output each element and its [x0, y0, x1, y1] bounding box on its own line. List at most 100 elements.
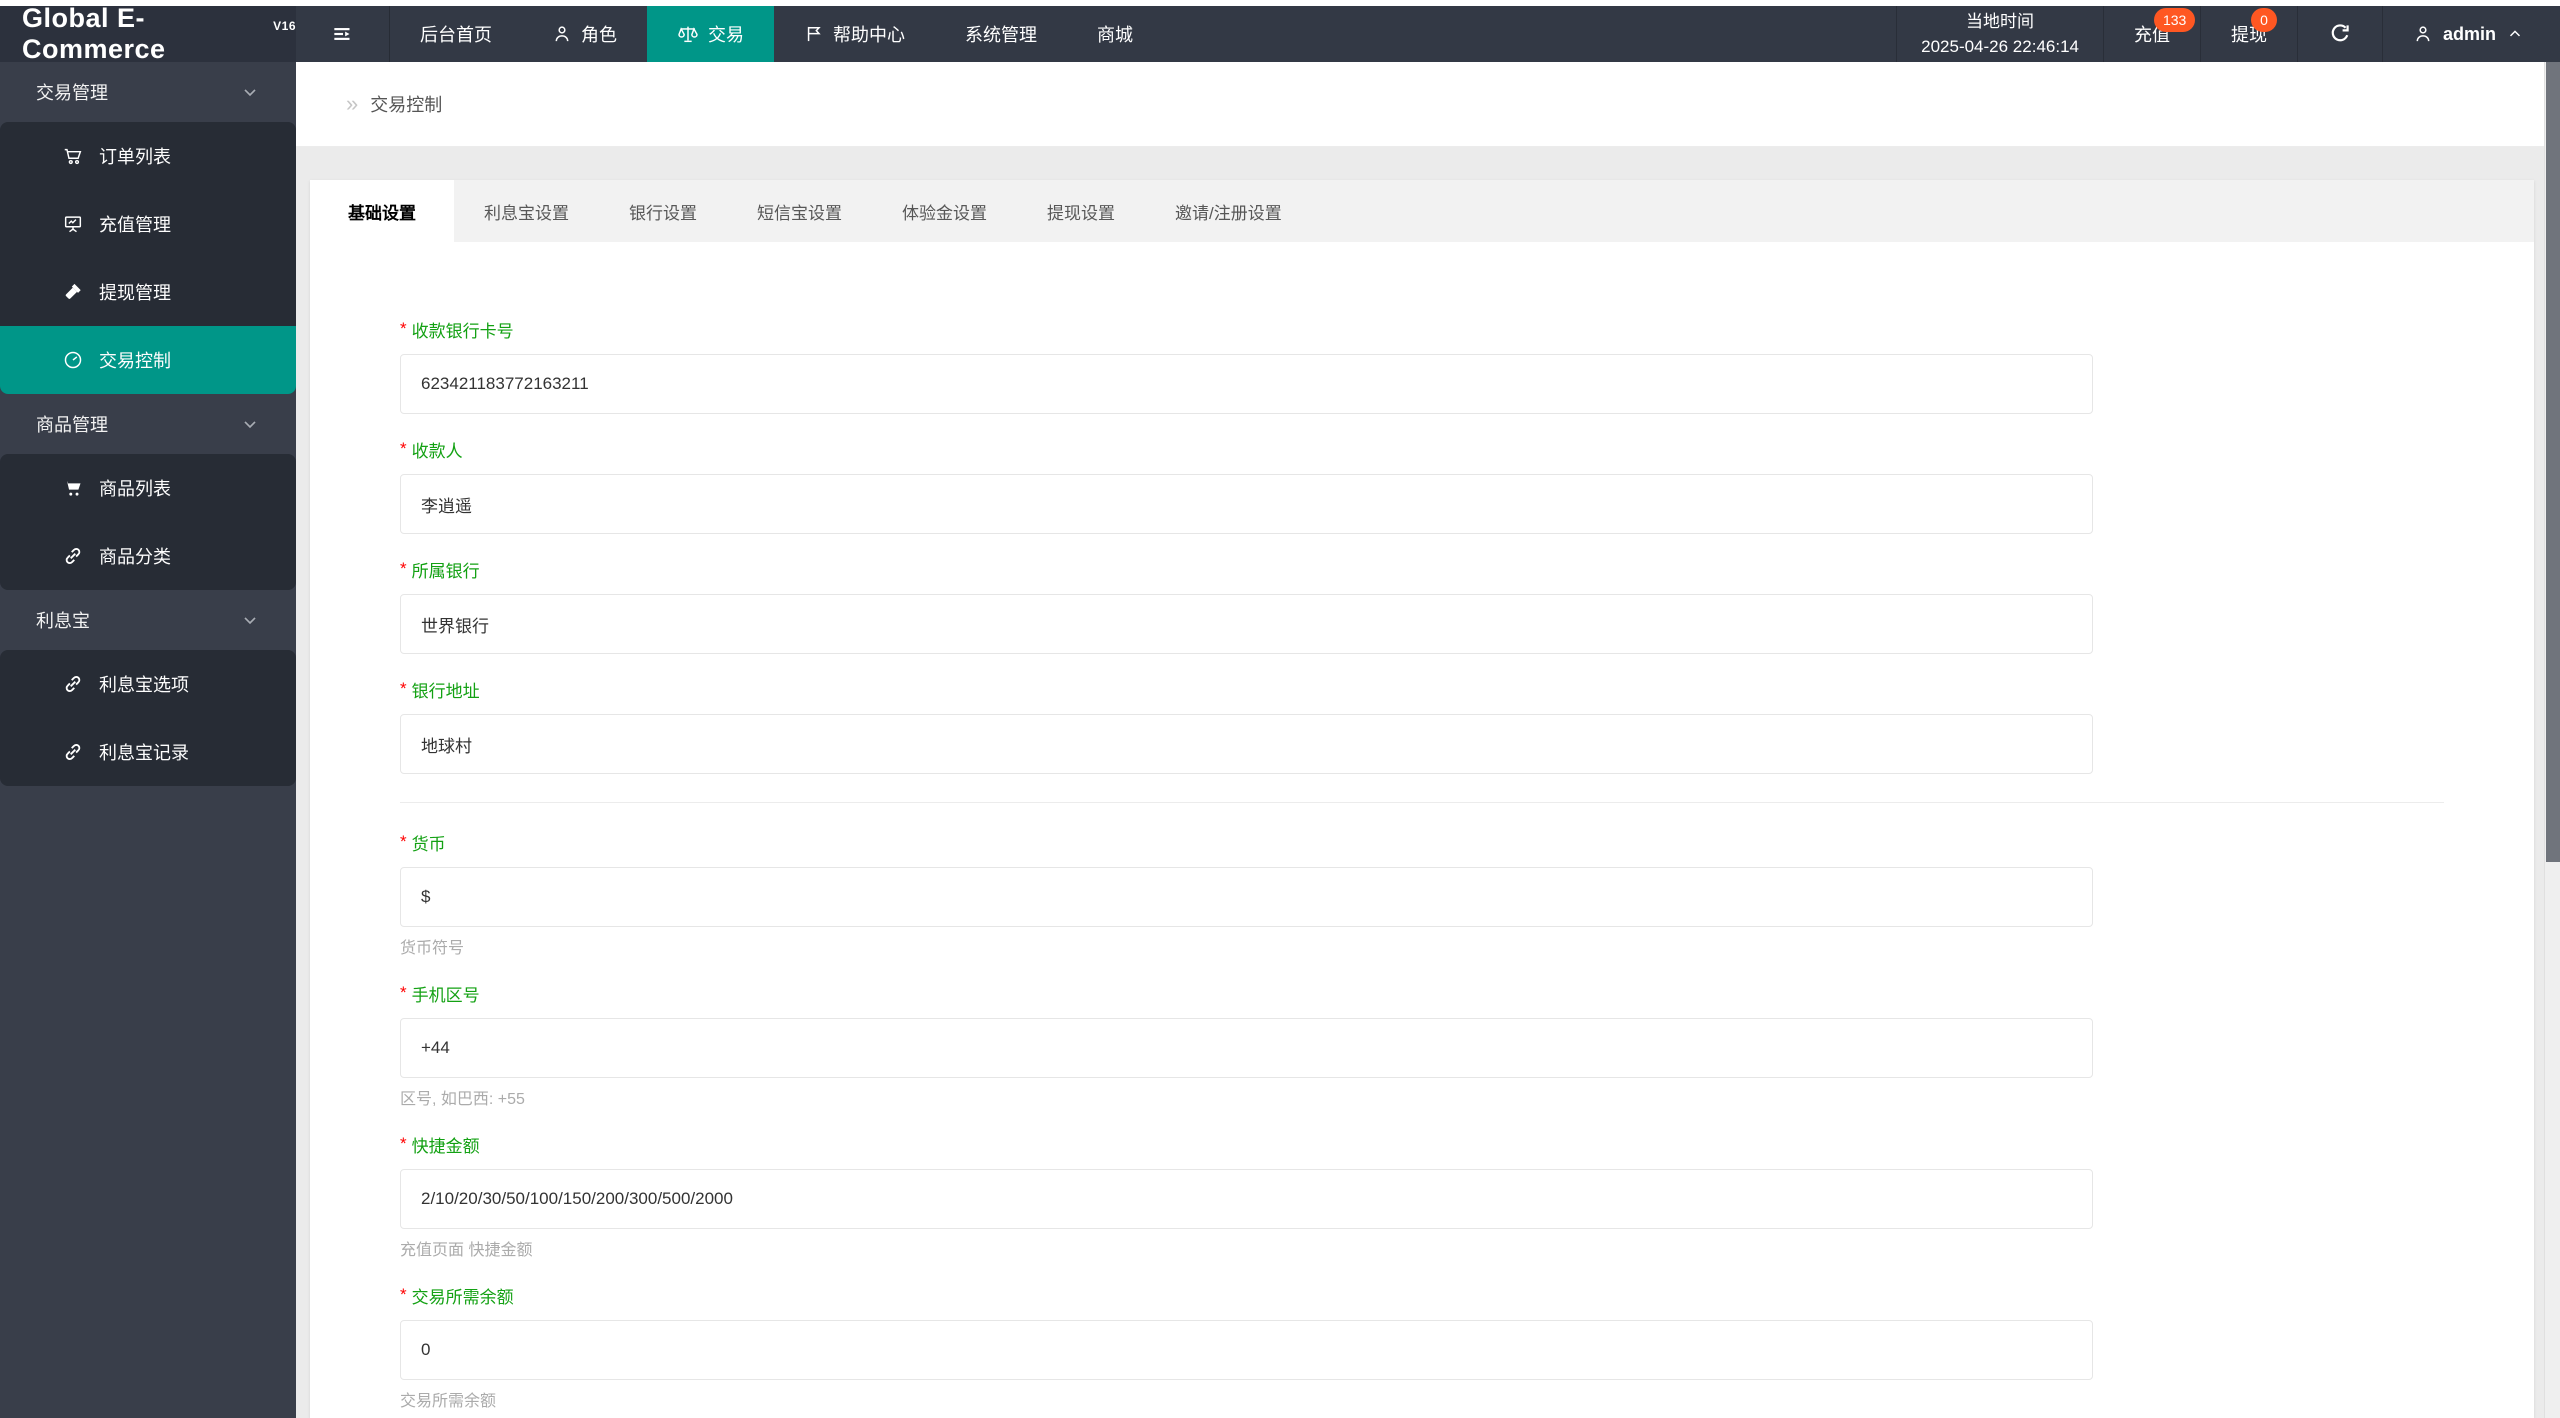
field-currency: *货币 货币符号 [400, 832, 2444, 958]
sidebar-item-label: 提现管理 [99, 283, 171, 303]
sidebar-item-recharge-management[interactable]: 充值管理 [0, 190, 296, 258]
field-label: * 交易所需余额 [400, 1285, 514, 1307]
tab-label: 邀请/注册设置 [1175, 203, 1282, 223]
sidebar-submenu-interest: 利息宝选项 利息宝记录 [0, 650, 296, 786]
tab-sms-settings[interactable]: 短信宝设置 [727, 180, 872, 242]
sidebar-toggle-button[interactable] [296, 6, 390, 62]
sidebar-group-trade-management[interactable]: 交易管理 [0, 62, 296, 122]
field-label: * 所属银行 [400, 559, 480, 581]
sidebar: 交易管理 订单列表 充值管理 提现管理 交易控制 商品管理 商品列表 商品分类 … [0, 62, 296, 1418]
topnav-label: 帮助中心 [833, 25, 905, 45]
gavel-icon [62, 281, 84, 303]
topnav-label: 角色 [581, 25, 617, 45]
sidebar-item-interest-records[interactable]: 利息宝记录 [0, 718, 296, 786]
chevron-down-icon [240, 610, 260, 630]
bank-address-input[interactable] [400, 714, 2093, 774]
admin-page: Global E-Commerce V16 后台首页 角色 交易 帮助中心 系统… [0, 0, 2560, 1418]
sidebar-item-label: 利息宝记录 [99, 743, 189, 763]
withdraw-count-badge[interactable]: 0 [2250, 8, 2277, 32]
sidebar-item-label: 订单列表 [99, 147, 171, 167]
topnav-item-roles[interactable]: 角色 [522, 6, 647, 62]
form-divider [400, 802, 2444, 803]
topnav-label: 交易 [708, 25, 744, 45]
app-logo-version: V16 [273, 19, 296, 33]
sidebar-item-product-list[interactable]: 商品列表 [0, 454, 296, 522]
tab-withdraw-settings[interactable]: 提现设置 [1017, 180, 1145, 242]
app-logo-text: Global E-Commerce [22, 3, 166, 64]
tab-label: 短信宝设置 [757, 203, 842, 223]
sidebar-item-trade-control[interactable]: 交易控制 [0, 326, 296, 394]
field-bank-address: * 银行地址 [400, 679, 2444, 774]
recharge-button[interactable]: 133 充值 [2102, 6, 2200, 62]
currency-input[interactable] [400, 867, 2093, 927]
main-content: » 交易控制 基础设置 利息宝设置 银行设置 短信宝设置 体验金设置 提现设置 … [296, 62, 2544, 1418]
top-navigation: 后台首页 角色 交易 帮助中心 系统管理 商城 [390, 6, 1163, 62]
tab-label: 银行设置 [629, 203, 697, 223]
sidebar-item-withdraw-management[interactable]: 提现管理 [0, 258, 296, 326]
username: admin [2442, 23, 2496, 44]
field-label: * 收款银行卡号 [400, 319, 514, 341]
topnav-item-system[interactable]: 系统管理 [935, 6, 1067, 62]
topnav-item-mall[interactable]: 商城 [1067, 6, 1163, 62]
link-icon [62, 545, 84, 567]
required-mark: * [400, 1285, 407, 1304]
phone-area-code-input[interactable] [400, 1018, 2093, 1078]
sidebar-item-label: 利息宝选项 [99, 675, 189, 695]
page-scrollbar [2544, 62, 2560, 1418]
field-phone-area-code: *手机区号 区号, 如巴西: +55 [400, 983, 2444, 1109]
quick-amounts-input[interactable] [400, 1169, 2093, 1229]
sidebar-item-interest-options[interactable]: 利息宝选项 [0, 650, 296, 718]
field-label: * 货币 [400, 832, 446, 854]
board-icon [62, 213, 84, 235]
field-payee: * 收款人 [400, 439, 2444, 534]
sidebar-group-label: 交易管理 [36, 83, 108, 103]
settings-card: 基础设置 利息宝设置 银行设置 短信宝设置 体验金设置 提现设置 邀请/注册设置… [310, 180, 2534, 1418]
required-balance-input[interactable] [400, 1320, 2093, 1380]
user-menu[interactable]: admin [2381, 6, 2554, 62]
topnav-label: 后台首页 [420, 25, 492, 45]
sidebar-item-label: 商品列表 [99, 479, 171, 499]
topnav-item-dashboard[interactable]: 后台首页 [390, 6, 522, 62]
field-receiving-bank-card: * 收款银行卡号 [400, 319, 2444, 414]
payee-input[interactable] [400, 474, 2093, 534]
sidebar-group-product-management[interactable]: 商品管理 [0, 394, 296, 454]
tab-basic-settings[interactable]: 基础设置 [310, 180, 454, 242]
tab-label: 基础设置 [348, 203, 416, 223]
field-helper-text: 区号, 如巴西: +55 [400, 1091, 525, 1108]
field-label: * 银行地址 [400, 679, 480, 701]
field-helper-text: 充值页面 快捷金额 [400, 1242, 533, 1259]
tab-trial-fund-settings[interactable]: 体验金设置 [872, 180, 1017, 242]
tab-interest-settings[interactable]: 利息宝设置 [454, 180, 599, 242]
field-label: * 手机区号 [400, 983, 480, 1005]
field-helper-text: 货币符号 [400, 940, 465, 957]
required-mark: * [400, 832, 407, 851]
recharge-count-badge[interactable]: 133 [2153, 8, 2196, 32]
receiving-bank-card-input[interactable] [400, 354, 2093, 414]
topnav-item-help-center[interactable]: 帮助中心 [774, 6, 935, 62]
required-mark: * [400, 439, 407, 458]
menu-toggle-icon [330, 21, 356, 47]
flag-icon [804, 24, 824, 44]
withdraw-button[interactable]: 0 提现 [2199, 6, 2297, 62]
tab-bank-settings[interactable]: 银行设置 [599, 180, 727, 242]
required-mark: * [400, 983, 407, 1002]
tab-invite-register-settings[interactable]: 邀请/注册设置 [1145, 180, 1312, 242]
sidebar-item-product-category[interactable]: 商品分类 [0, 522, 296, 590]
gauge-icon [62, 349, 84, 371]
topnav-label: 商城 [1097, 25, 1133, 45]
person-icon [552, 24, 572, 44]
topnav-item-trade[interactable]: 交易 [647, 6, 774, 62]
sidebar-group-interest-treasure[interactable]: 利息宝 [0, 590, 296, 650]
refresh-button[interactable] [2296, 6, 2382, 62]
bank-name-input[interactable] [400, 594, 2093, 654]
person-icon [2413, 24, 2433, 44]
refresh-icon [2328, 22, 2352, 46]
field-quick-amounts: *快捷金额 充值页面 快捷金额 [400, 1134, 2444, 1260]
local-time: 当地时间 2025-04-26 22:46:14 [1896, 6, 2103, 62]
link-icon [62, 673, 84, 695]
app-logo: Global E-Commerce V16 [0, 3, 296, 64]
sidebar-group-label: 利息宝 [36, 611, 90, 631]
sidebar-item-order-list[interactable]: 订单列表 [0, 122, 296, 190]
link-icon [62, 741, 84, 763]
scrollbar-thumb[interactable] [2546, 62, 2560, 862]
